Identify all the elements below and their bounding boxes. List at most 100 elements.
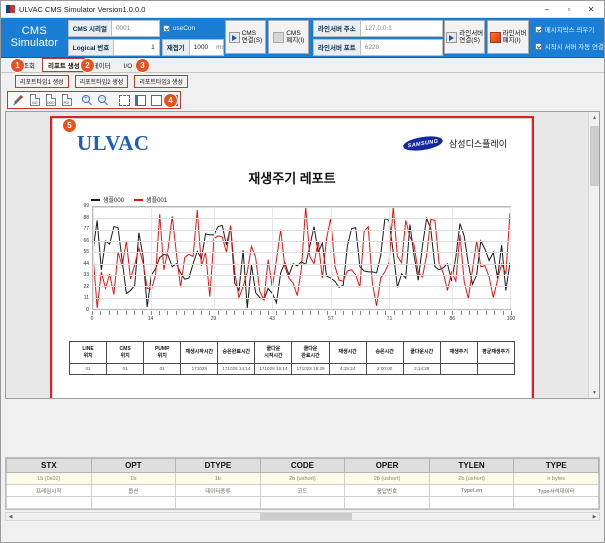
grid-line-h [93,207,510,208]
server-address-field[interactable]: 라인서버 주소 127.0.0.1 [313,19,444,37]
report-table-header-cell: 재생주기 [439,341,478,364]
protocol-header-cell[interactable]: DTYPE [175,458,261,473]
grid-line-h [93,274,510,276]
server-port-label: 라인서버 포트 [314,39,361,55]
zoom-out-icon[interactable]: − [97,94,110,107]
cms-serial-input[interactable]: 0001 [112,25,159,32]
autoconnect-checkbox[interactable]: 시작시 서버 자동 연결 [534,41,604,51]
export-xls-tag: XLS [31,100,38,105]
viewer-vertical-scrollbar[interactable]: ▲ ▼ [588,112,599,398]
cms-serial-row: CMS 시리얼 0001 useCon [67,19,224,38]
usecon-checkbox[interactable]: useCon [162,24,196,32]
autoconnect-checkbox-box[interactable] [534,42,542,50]
series-line [93,207,510,308]
logical-no-input[interactable]: 1 [114,44,158,51]
connection-header: CMS Simulator CMS 시리얼 0001 useCon Logica… [1,18,604,58]
logical-no-field[interactable]: Logical 번호 1 [67,38,160,56]
report-type-3-button[interactable]: 리포트타입3 생성 [134,74,188,88]
protocol-cell: 프레임시작 [6,484,92,497]
protocol-row[interactable]: 프레임시작 옵션 데이터종류 코드 응답번호 TypeLen Type서석데이터 [6,484,599,497]
protocol-table-wrap: STX OPT DTYPE CODE OPER TYLEN TYPE 1b (0x02) 1b… [5,457,600,510]
legend-swatch-sample000 [91,198,100,201]
export-pdf-icon[interactable]: PDF [60,93,73,107]
x-tick [385,311,387,315]
maximize-button[interactable]: ▫ [558,1,580,17]
server-stop-line-2: 폐지(I) [502,37,521,44]
cms-serial-field[interactable]: CMS 시리얼 0001 [67,19,160,37]
usecon-label: useCon [172,24,196,32]
x-tick [477,311,479,315]
protocol-cell: n bytes [513,472,599,485]
protocol-header-cell[interactable]: OPER [344,458,430,473]
scroll-left-icon[interactable]: ◀ [6,513,15,520]
report-table-header-cell: CMS 위치 [106,341,145,364]
show-messagebox-label: 메시지박스 띄우기 [544,27,595,34]
protocol-header-cell[interactable]: CODE [259,458,346,473]
protocol-row[interactable] [6,496,599,509]
minimize-button[interactable]: – [536,1,558,17]
fit-width-icon[interactable] [134,94,147,107]
protocol-header-cell[interactable]: TYPE [513,458,599,473]
y-tick-label: 0 [86,307,89,313]
y-tick-label: 22 [83,283,89,290]
x-tick [393,311,395,315]
x-tick [435,311,437,315]
protocol-header-cell[interactable]: OPT [90,458,177,473]
x-tick [167,311,169,315]
protocol-cell: 1b (0x02) [6,472,92,485]
single-page-icon[interactable] [150,94,163,107]
server-port-input[interactable]: 6228 [361,44,442,51]
server-address-input[interactable]: 127.0.0.1 [361,25,442,32]
export-doc-icon[interactable]: DOC [44,93,57,107]
show-messagebox-checkbox[interactable]: 메시지박스 띄우기 [534,24,604,34]
retry-input[interactable]: 1000 [190,44,212,51]
usecon-checkbox-box[interactable] [162,24,170,32]
protocol-body: 1b (0x02) 1b 1b 2b (ushort) 2b (ushort) 2b (u… [6,472,599,509]
protocol-header-cell[interactable]: TYLEN [428,458,515,473]
viewer-scroll-thumb[interactable] [590,126,599,186]
server-port-field[interactable]: 라인서버 포트 6228 [313,38,444,56]
x-tick [343,311,345,315]
x-tick [511,311,512,315]
scroll-down-icon[interactable]: ▼ [589,387,599,398]
retry-field[interactable]: 재접기 1000 ms [161,38,225,56]
print-icon[interactable] [12,94,25,107]
bottom-scroll-thumb[interactable] [260,513,352,520]
grid-line-h [93,229,510,231]
chart-container: 샘플000 샘플001 0 11 22 33 44 55 66 77 88 99 0 14 29 43 5… [75,195,515,335]
server-stop-button[interactable]: 라인서버 폐지(I) [487,20,529,54]
server-addr-row: 라인서버 주소 127.0.0.1 [313,19,444,38]
report-type-1-button[interactable]: 리포트타입1 생성 [15,74,69,88]
show-messagebox-checkbox-box[interactable] [534,25,542,33]
x-tick [410,311,412,315]
cms-connect-button[interactable]: CMS 연결(S) [224,20,267,54]
zoom-in-icon[interactable]: + [81,94,94,107]
export-xls-icon[interactable]: XLS [28,93,41,107]
server-port-row: 라인서버 포트 6228 [313,38,444,57]
close-button[interactable]: ✕ [580,1,602,17]
cms-stop-button[interactable]: CMS 폐지(I) [268,20,310,54]
protocol-cell: 데이터종류 [175,484,261,497]
y-tick-label: 55 [83,249,89,256]
protocol-row[interactable]: 1b (0x02) 1b 1b 2b (ushort) 2b (ushort) 2b (u… [6,472,599,485]
chart-plot: 0 11 22 33 44 55 66 77 88 99 0 14 29 43 57 71 86 100 [75,203,515,324]
fit-page-icon[interactable] [118,94,131,107]
report-table-header-cell: 쿨다운 완료시간 [291,341,330,364]
tab-report-generation[interactable]: 리포트 생성 [41,58,86,72]
report-table-cell: 171028 14:14 [217,363,256,375]
viewer-toolbar: XLS DOC PDF + − [7,91,181,109]
report-table-row[interactable]: 01 01 01 171028 171028 14:14 171028 16:14 1710… [68,363,516,375]
bottom-horizontal-scrollbar[interactable]: ◀ ▶ [5,512,600,521]
report-page: ULVAC SAMSUNG 삼성디스플레이 재생주기 레포트 샘플000 샘플0… [50,116,534,398]
protocol-header-cell[interactable]: STX [6,458,92,473]
report-table-header-cell: 승온시간 [365,341,404,364]
scroll-right-icon[interactable]: ▶ [590,513,599,520]
server-connect-button[interactable]: 라인서버 연결(S) [444,20,486,54]
legend-label-sample001: 샘플001 [146,198,168,204]
legend-swatch-sample001 [134,198,144,201]
grid-line-v [151,207,153,309]
report-type-2-button[interactable]: 리포트타입2 생성 [74,74,129,88]
samsung-display-text: 삼성디스플레이 [449,139,507,149]
scroll-up-icon[interactable]: ▲ [589,112,599,123]
cms-connect-line-2: 연결(S) [241,37,263,44]
